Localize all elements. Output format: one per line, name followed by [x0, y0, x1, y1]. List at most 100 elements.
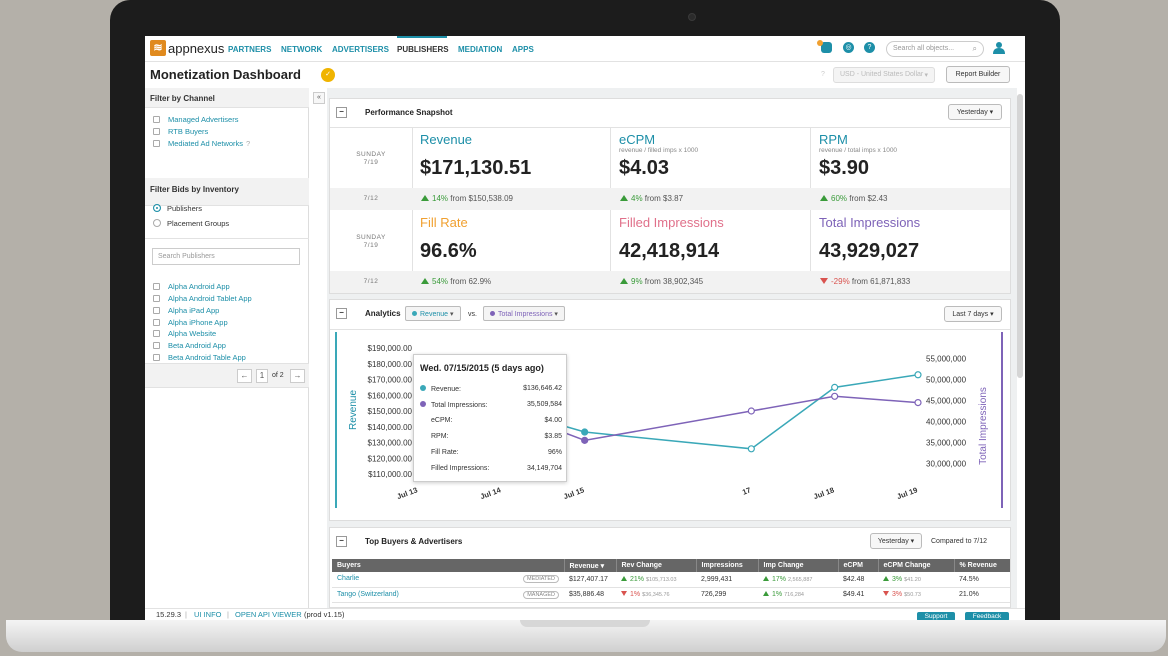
- column-header[interactable]: eCPM Change: [878, 559, 955, 572]
- checkbox[interactable]: [153, 128, 160, 135]
- checkbox[interactable]: [153, 283, 160, 290]
- global-search-input[interactable]: Search all objects... ⌕: [886, 41, 984, 57]
- prev-page-button[interactable]: ←: [237, 369, 252, 383]
- tooltip-row: eCPM: $4.00: [420, 417, 562, 424]
- column-header[interactable]: Revenue ▾: [564, 559, 617, 572]
- ecpm-change: 4% from $3.87: [620, 194, 683, 203]
- api-viewer-link[interactable]: OPEN API VIEWER: [235, 610, 302, 619]
- buyer-link[interactable]: Charlie: [337, 575, 359, 582]
- nav-apps[interactable]: APPS: [512, 45, 534, 54]
- column-header[interactable]: % Revenue: [954, 559, 1010, 572]
- page-number-input[interactable]: 1: [256, 369, 268, 383]
- publisher-label: Alpha Android Tablet App: [168, 294, 252, 303]
- tooltip-label: Filled Impressions:: [431, 465, 490, 472]
- table-header-row: Buyers Revenue ▾ Rev Change Impressions …: [332, 559, 1010, 572]
- y-tick-label: $160,000.00: [368, 391, 413, 400]
- scrollbar[interactable]: [1017, 94, 1023, 378]
- buyers-period-select[interactable]: Yesterday ▾: [870, 533, 922, 549]
- checkbox[interactable]: [153, 140, 160, 147]
- publisher-label: Alpha iPhone App: [168, 318, 228, 327]
- appnexus-logo-icon[interactable]: ≋: [150, 40, 166, 56]
- publisher-item[interactable]: Alpha Android App: [153, 282, 230, 291]
- publisher-item[interactable]: Beta Android Table App: [153, 353, 246, 362]
- radio[interactable]: [153, 219, 161, 227]
- publisher-item[interactable]: Alpha Android Tablet App: [153, 294, 252, 303]
- range-select[interactable]: Last 7 days ▾: [944, 306, 1002, 322]
- checkbox[interactable]: [153, 295, 160, 302]
- publisher-label: Alpha Android App: [168, 282, 230, 291]
- help-icon[interactable]: ?: [864, 42, 875, 53]
- currency-help-icon[interactable]: ?: [821, 71, 825, 78]
- feedback-button[interactable]: Feedback: [965, 612, 1009, 620]
- change-from: $41.20: [904, 576, 921, 583]
- logo-text[interactable]: appnexus: [168, 41, 224, 56]
- user-icon[interactable]: [993, 41, 1005, 54]
- panel-header: − Top Buyers & Advertisers Yesterday ▾ C…: [330, 528, 1010, 554]
- next-page-button[interactable]: →: [290, 369, 305, 383]
- ui-info-link[interactable]: UI INFO: [194, 610, 222, 619]
- collapse-panel-button[interactable]: −: [336, 536, 347, 547]
- channel-filter-item[interactable]: RTB Buyers: [153, 127, 208, 136]
- publisher-item[interactable]: Alpha iPhone App: [153, 318, 228, 327]
- collapse-panel-button[interactable]: −: [336, 308, 347, 319]
- column-header[interactable]: Rev Change: [616, 559, 697, 572]
- checkbox[interactable]: [153, 354, 160, 361]
- search-placeholder: Search all objects...: [893, 45, 955, 52]
- publisher-search-input[interactable]: Search Publishers: [152, 248, 300, 265]
- radio-selected[interactable]: [153, 204, 161, 212]
- period-select[interactable]: Yesterday ▾: [948, 104, 1002, 120]
- table-row[interactable]: Tango (Switzerland) MANAGED $35,886.48 1%…: [332, 587, 1010, 603]
- compare-date: 7/12: [363, 195, 379, 202]
- nav-network[interactable]: NETWORK: [281, 45, 322, 54]
- buyer-link[interactable]: Tango (Switzerland): [337, 591, 399, 598]
- tooltip-value: 34,149,704: [526, 465, 562, 472]
- panel-title: Top Buyers & Advertisers: [365, 537, 463, 546]
- column-header[interactable]: eCPM: [838, 559, 879, 572]
- column-header[interactable]: Buyers: [332, 559, 565, 572]
- publisher-item[interactable]: Beta Android App: [153, 341, 226, 350]
- channel-filter-item[interactable]: Mediated Ad Networks?: [153, 139, 250, 148]
- channel-filter-item[interactable]: Managed Advertisers: [153, 115, 238, 124]
- nav-advertisers[interactable]: ADVERTISERS: [332, 45, 389, 54]
- collapse-panel-button[interactable]: −: [336, 107, 347, 118]
- report-builder-button[interactable]: Report Builder: [946, 66, 1010, 83]
- metric-a-value: Revenue: [420, 311, 449, 318]
- metric-b-select[interactable]: Total Impressions ▾: [483, 306, 565, 321]
- laptop-notch: [520, 620, 650, 627]
- badge-icon: ✓: [321, 68, 335, 82]
- change-pct: 21%: [630, 575, 645, 583]
- checkbox[interactable]: [153, 330, 160, 337]
- checkbox[interactable]: [153, 342, 160, 349]
- checkbox[interactable]: [153, 319, 160, 326]
- support-button[interactable]: Support: [917, 612, 955, 620]
- publisher-item[interactable]: Alpha Website: [153, 329, 216, 338]
- checkbox[interactable]: [153, 307, 160, 314]
- current-day: SUNDAY: [356, 151, 386, 158]
- currency-select[interactable]: USD - United States Dollar ▾: [833, 67, 935, 83]
- column-header[interactable]: Impressions: [696, 559, 759, 572]
- ecpm-label: eCPM: [619, 132, 656, 147]
- column-header[interactable]: Imp Change: [758, 559, 839, 572]
- change-pct: 17%: [772, 575, 787, 583]
- settings-icon[interactable]: ◎: [843, 42, 854, 53]
- inventory-option-placement-groups[interactable]: Placement Groups: [153, 219, 229, 228]
- inventory-option-publishers[interactable]: Publishers: [153, 204, 202, 213]
- api-version: (prod v1.15): [304, 610, 345, 619]
- y2-tick-label: 40,000,000: [926, 418, 967, 427]
- collapse-sidebar-button[interactable]: «: [313, 92, 325, 104]
- table-row[interactable]: Charlie MEDIATED $127,407.17 21% $105,713…: [332, 572, 1010, 588]
- checkbox[interactable]: [153, 116, 160, 123]
- publisher-item[interactable]: Alpha iPad App: [153, 306, 219, 315]
- nav-publishers[interactable]: PUBLISHERS: [397, 45, 449, 54]
- tooltip-row: Total Impressions: 35,509,584: [420, 401, 562, 409]
- nav-partners[interactable]: PARTNERS: [228, 45, 271, 54]
- nav-mediation[interactable]: MEDIATION: [458, 45, 502, 54]
- title-bar: Monetization Dashboard ✓ ? USD - United …: [145, 62, 1025, 88]
- main-content: − Performance Snapshot Yesterday ▾ SUNDA…: [327, 88, 1023, 608]
- help-icon[interactable]: ?: [246, 139, 250, 148]
- impressions-cell: 726,299: [696, 587, 758, 603]
- series-dot: [420, 401, 426, 407]
- metric-a-select[interactable]: Revenue ▾: [405, 306, 461, 321]
- tooltip-row: Revenue: $136,646.42: [420, 385, 562, 393]
- x-tick-label: Jul 19: [896, 485, 919, 501]
